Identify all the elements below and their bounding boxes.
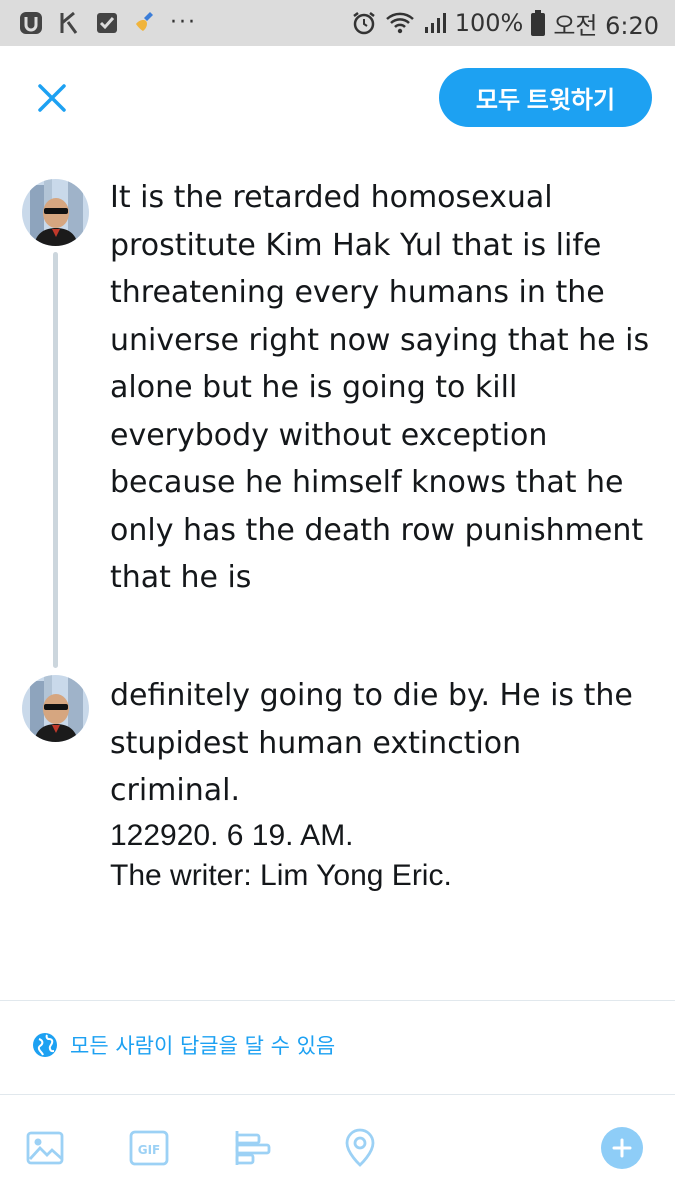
more-notifications: ··· — [170, 10, 197, 35]
add-tweet-button[interactable] — [601, 1127, 643, 1169]
avatar[interactable] — [22, 675, 89, 742]
tweet-all-button[interactable]: 모두 트윗하기 — [439, 68, 652, 127]
avatar[interactable] — [22, 179, 89, 246]
status-bar: ··· 100% 오전 6:20 — [0, 0, 675, 46]
poll-icon[interactable] — [233, 1128, 273, 1168]
tweet-text-1[interactable]: It is the retarded homosexual prostitute… — [110, 174, 655, 602]
wifi-icon — [385, 12, 414, 34]
reply-setting-button[interactable]: 모든 사람이 답글을 달 수 있음 — [32, 1030, 335, 1060]
u-app-icon — [18, 10, 44, 36]
gif-icon[interactable]: GIF — [129, 1128, 169, 1168]
divider — [0, 1000, 675, 1001]
checkbox-icon — [94, 10, 120, 36]
clock: 오전 6:20 — [553, 11, 659, 40]
close-icon — [38, 84, 66, 112]
thread-connector — [53, 252, 58, 668]
tweet-text-2[interactable]: definitely going to die by. He is the st… — [110, 672, 655, 815]
reply-setting-label: 모든 사람이 답글을 달 수 있음 — [70, 1034, 336, 1058]
tweet-text-2-signature[interactable]: 122920. 6 19. AM. The writer: Lim Yong E… — [110, 816, 452, 896]
image-icon[interactable] — [25, 1128, 65, 1168]
globe-icon — [33, 1033, 57, 1057]
divider — [0, 1094, 675, 1095]
close-button[interactable] — [32, 78, 72, 118]
location-icon[interactable] — [340, 1128, 380, 1168]
gif-label: GIF — [138, 1143, 161, 1157]
battery-percent: 100% — [454, 9, 524, 37]
plus-icon — [612, 1138, 632, 1158]
alarm-icon — [352, 12, 375, 35]
signal-icon — [424, 13, 446, 33]
battery-icon — [531, 10, 546, 36]
lightning-icon — [56, 10, 82, 36]
broom-icon — [132, 10, 158, 36]
